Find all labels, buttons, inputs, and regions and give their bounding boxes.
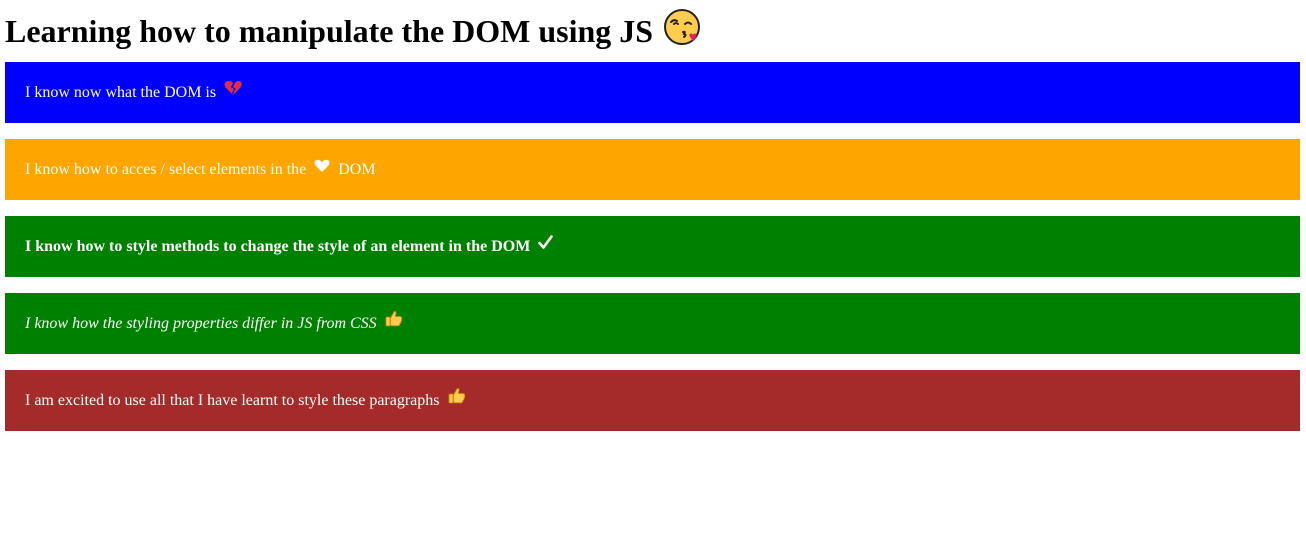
- white-heart-icon: [314, 138, 330, 199]
- paragraph-excited: I am excited to use all that I have lear…: [5, 370, 1300, 431]
- paragraph-text: I am excited to use all that I have lear…: [25, 392, 444, 409]
- paragraph-text: I know how the styling properties differ…: [25, 315, 381, 332]
- page-title: Learning how to manipulate the DOM using…: [5, 0, 1300, 62]
- broken-heart-icon: [224, 61, 242, 122]
- paragraph-text: I know how to style methods to change th…: [25, 238, 535, 255]
- paragraph-style-methods: I know how to style methods to change th…: [5, 216, 1300, 277]
- paragraph-dom-knowledge: I know now what the DOM is: [5, 62, 1300, 123]
- thumbs-up-icon: [385, 292, 403, 353]
- paragraph-styling-properties: I know how the styling properties differ…: [5, 293, 1300, 354]
- page: Learning how to manipulate the DOM using…: [5, 0, 1300, 447]
- paragraph-trailing-text: DOM: [334, 161, 376, 178]
- page-title-text: Learning how to manipulate the DOM using…: [5, 13, 654, 49]
- paragraph-text: I know now what the DOM is: [25, 84, 221, 101]
- face-blowing-kiss-icon: [663, 8, 701, 55]
- paragraph-text: I know how to acces / select elements in…: [25, 161, 311, 178]
- thumbs-up-icon: [448, 369, 466, 430]
- paragraph-select-elements: I know how to acces / select elements in…: [5, 139, 1300, 200]
- check-mark-icon: [538, 215, 554, 276]
